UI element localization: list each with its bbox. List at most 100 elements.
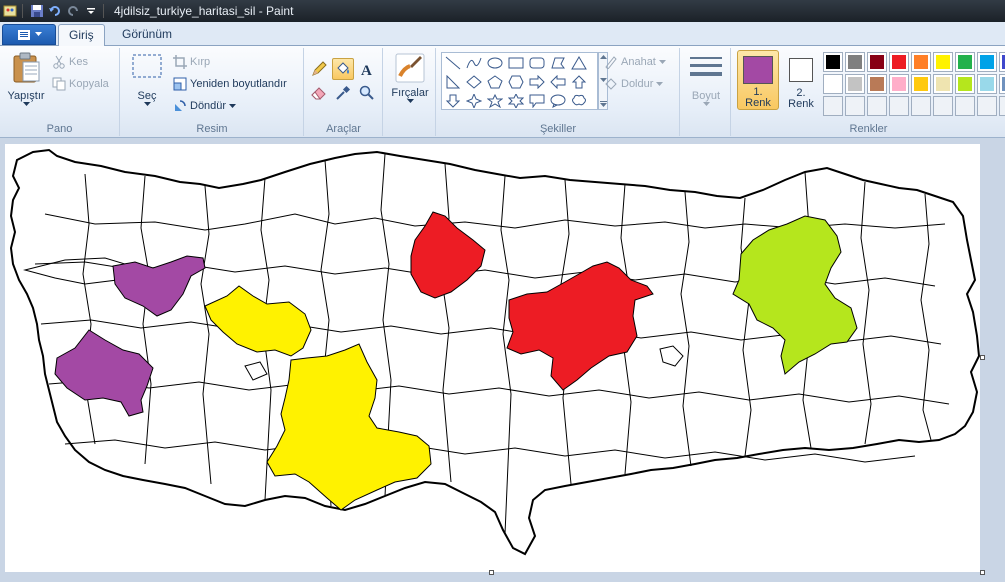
pencil-tool[interactable] (308, 58, 330, 80)
curve-shape[interactable] (464, 54, 484, 72)
oval-callout-shape[interactable] (548, 92, 568, 110)
fill-button[interactable]: Doldur (604, 74, 664, 94)
palette-color-swatch[interactable] (823, 52, 843, 72)
color-picker-tool[interactable] (332, 82, 354, 104)
right-arrow-shape[interactable] (527, 73, 547, 91)
paste-label: Yapıştır (7, 90, 45, 102)
select-icon (132, 54, 162, 78)
six-point-star-shape[interactable] (506, 92, 526, 110)
four-point-star-shape[interactable] (464, 92, 484, 110)
palette-color-swatch[interactable] (933, 74, 953, 94)
crop-button[interactable]: Kırp (173, 52, 210, 72)
canvas-workspace (0, 139, 1005, 582)
palette-color-swatch[interactable] (867, 74, 887, 94)
palette-color-swatch[interactable] (933, 52, 953, 72)
save-icon[interactable] (29, 3, 45, 19)
left-arrow-shape[interactable] (548, 73, 568, 91)
palette-color-swatch[interactable] (889, 96, 909, 116)
palette-color-swatch[interactable] (977, 52, 997, 72)
redo-icon[interactable] (65, 3, 81, 19)
oval-shape[interactable] (485, 54, 505, 72)
eraser-icon (311, 87, 326, 100)
palette-color-swatch[interactable] (955, 52, 975, 72)
resize-button[interactable]: Yeniden boyutlandır (173, 74, 287, 94)
rect-callout-shape[interactable] (527, 92, 547, 110)
color1-button[interactable]: 1. Renk (737, 50, 779, 110)
file-menu-button[interactable] (2, 24, 56, 45)
palette-color-swatch[interactable] (977, 74, 997, 94)
tab-giris[interactable]: Giriş (58, 24, 105, 47)
tab-gorunum[interactable]: Görünüm (112, 24, 182, 46)
palette-color-swatch[interactable] (911, 96, 931, 116)
title-bar: 4jdilsiz_turkiye_haritasi_sil - Paint (0, 0, 1005, 22)
line-icon (445, 56, 461, 70)
palette-color-swatch[interactable] (823, 74, 843, 94)
palette-color-fill (936, 77, 950, 91)
palette-color-swatch[interactable] (845, 74, 865, 94)
rectangle-shape[interactable] (506, 54, 526, 72)
palette-color-swatch[interactable] (955, 96, 975, 116)
palette-color-swatch[interactable] (911, 74, 931, 94)
diamond-icon (466, 75, 482, 89)
group-label-araclar: Araçlar (326, 123, 361, 135)
right-triangle-shape[interactable] (443, 73, 463, 91)
paint-app-icon[interactable] (2, 3, 18, 19)
shapes-gallery (441, 52, 598, 110)
line-size-icon (690, 57, 722, 76)
select-button[interactable]: Seç (127, 54, 167, 116)
palette-color-swatch[interactable] (889, 74, 909, 94)
palette-color-swatch[interactable] (823, 96, 843, 116)
palette-color-swatch[interactable] (955, 74, 975, 94)
up-arrow-shape[interactable] (569, 73, 589, 91)
group-label-pano: Pano (46, 123, 73, 135)
tools-grid: A (308, 58, 378, 104)
palette-color-swatch[interactable] (867, 52, 887, 72)
line-shape[interactable] (443, 54, 463, 72)
palette-color-swatch[interactable] (845, 52, 865, 72)
size-button[interactable]: Boyut (686, 54, 726, 120)
canvas-resize-handle-corner[interactable] (980, 570, 985, 575)
five-point-star-shape[interactable] (485, 92, 505, 110)
right-triangle-icon (446, 75, 461, 89)
group-boyut: Boyut (681, 48, 731, 136)
outline-icon (605, 56, 617, 69)
palette-color-swatch[interactable] (933, 96, 953, 116)
palette-color-swatch[interactable] (845, 96, 865, 116)
group-pano: Yapıştır Kes Kopyala Pano (0, 48, 120, 136)
outline-button[interactable]: Anahat (604, 52, 666, 72)
drawing-canvas[interactable] (5, 144, 981, 572)
brushes-button[interactable]: Fırçalar (388, 52, 432, 118)
text-tool[interactable]: A (356, 58, 378, 80)
palette-color-swatch[interactable] (911, 52, 931, 72)
triangle-shape[interactable] (569, 54, 589, 72)
rounded-rectangle-shape[interactable] (527, 54, 547, 72)
palette-color-swatch[interactable] (867, 96, 887, 116)
color2-button[interactable]: 2. Renk (780, 50, 822, 110)
copy-label: Kopyala (69, 78, 109, 90)
palette-color-swatch[interactable] (977, 96, 997, 116)
rotate-button[interactable]: Döndür (173, 96, 237, 116)
polygon-shape[interactable] (548, 54, 568, 72)
palette-color-swatch[interactable] (999, 52, 1005, 72)
copy-button[interactable]: Kopyala (52, 74, 109, 94)
cloud-callout-shape[interactable] (569, 92, 589, 110)
down-arrow-shape[interactable] (443, 92, 463, 110)
diamond-shape[interactable] (464, 73, 484, 91)
paste-button[interactable]: Yapıştır (4, 52, 48, 114)
palette-color-swatch[interactable] (889, 52, 909, 72)
magnifier-tool[interactable] (356, 82, 378, 104)
left-arrow-icon (550, 75, 566, 89)
hexagon-shape[interactable] (506, 73, 526, 91)
palette-color-swatch[interactable] (999, 74, 1005, 94)
fill-tool[interactable] (332, 58, 354, 80)
palette-color-swatch[interactable] (999, 96, 1005, 116)
canvas-resize-handle-bottom[interactable] (489, 570, 494, 575)
cut-button[interactable]: Kes (52, 52, 88, 72)
canvas-resize-handle-right[interactable] (980, 355, 985, 360)
pentagon-shape[interactable] (485, 73, 505, 91)
undo-icon[interactable] (47, 3, 63, 19)
chevron-down-icon (143, 102, 151, 106)
magnifier-icon (359, 85, 374, 100)
eraser-tool[interactable] (308, 82, 330, 104)
customize-quick-access-icon[interactable] (83, 3, 99, 19)
